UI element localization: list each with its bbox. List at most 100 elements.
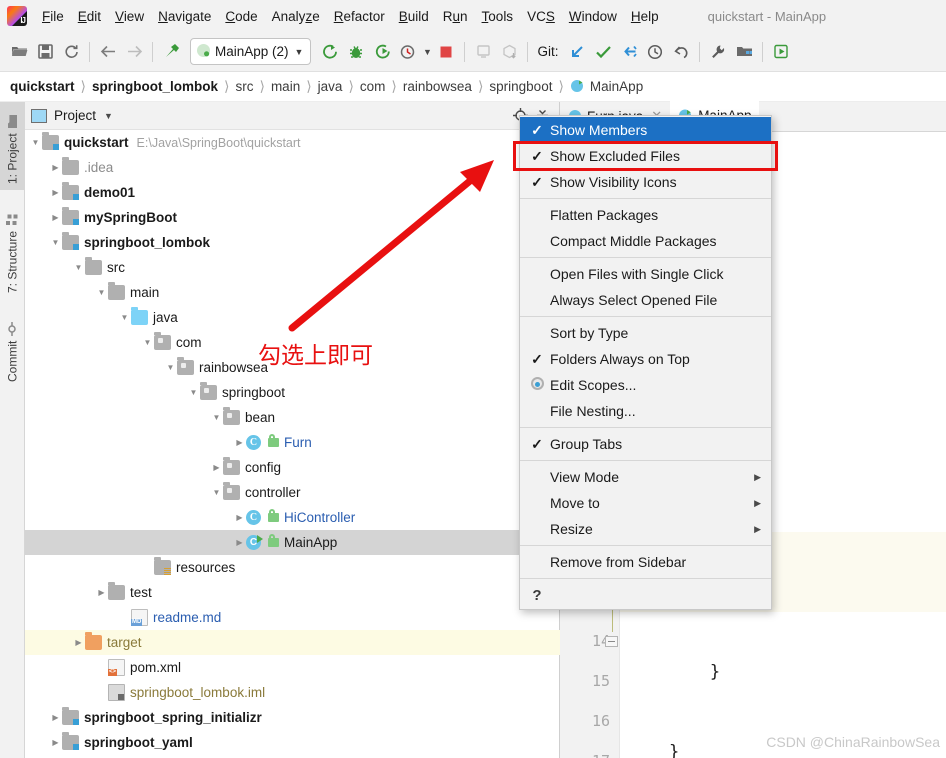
stop-square-icon[interactable] bbox=[433, 39, 459, 65]
menu-item-flatten-packages[interactable]: Flatten Packages bbox=[520, 202, 771, 228]
expand-arrow-icon[interactable] bbox=[29, 138, 42, 147]
expand-arrow-icon[interactable] bbox=[233, 438, 246, 447]
expand-arrow-icon[interactable] bbox=[49, 738, 62, 747]
menu-help[interactable]: Help bbox=[624, 6, 666, 27]
menu-build[interactable]: Build bbox=[392, 6, 436, 27]
expand-arrow-icon[interactable] bbox=[210, 463, 223, 472]
tree-row[interactable]: main bbox=[25, 280, 560, 305]
expand-arrow-icon[interactable] bbox=[95, 588, 108, 597]
menu-file[interactable]: File bbox=[35, 6, 71, 27]
code-fold-toggle-icon[interactable] bbox=[605, 636, 618, 647]
tree-row[interactable]: src bbox=[25, 255, 560, 280]
menu-code[interactable]: Code bbox=[218, 6, 264, 27]
menu-item-view-mode[interactable]: View Mode ▶ bbox=[520, 464, 771, 490]
git-commit-check-icon[interactable] bbox=[590, 39, 616, 65]
tree-row[interactable]: mySpringBoot bbox=[25, 205, 560, 230]
menu-vcs[interactable]: VCS bbox=[520, 6, 562, 27]
profiler-clock-icon[interactable] bbox=[395, 39, 421, 65]
menu-item-show-visibility-icons[interactable]: ✓ Show Visibility Icons bbox=[520, 169, 771, 195]
menu-item-folders-always-on-top[interactable]: ✓ Folders Always on Top bbox=[520, 346, 771, 372]
expand-arrow-icon[interactable] bbox=[49, 163, 62, 172]
menu-item-show-excluded-files[interactable]: ✓ Show Excluded Files bbox=[520, 143, 771, 169]
git-update-arrow-icon[interactable] bbox=[564, 39, 590, 65]
menu-item-show-members[interactable]: ✓ Show Members bbox=[520, 117, 771, 143]
menu-analyze[interactable]: Analyze bbox=[265, 6, 327, 27]
sidebar-item-structure[interactable]: 7: Structure bbox=[0, 194, 25, 299]
chevron-down-icon[interactable]: ▼ bbox=[104, 111, 113, 121]
breadcrumb-item-rainbowsea[interactable]: rainbowsea bbox=[403, 79, 472, 94]
arrow-left-icon[interactable] bbox=[95, 39, 121, 65]
expand-arrow-icon[interactable] bbox=[49, 713, 62, 722]
breadcrumb-item-springboot-lombok[interactable]: springboot_lombok bbox=[92, 79, 218, 94]
menu-item-open-files-with-single-click[interactable]: Open Files with Single Click bbox=[520, 261, 771, 287]
expand-arrow-icon[interactable] bbox=[95, 288, 108, 297]
expand-arrow-icon[interactable] bbox=[49, 238, 62, 247]
rollback-undo-icon[interactable] bbox=[668, 39, 694, 65]
tree-row[interactable]: test bbox=[25, 580, 560, 605]
menu-item-group-tabs[interactable]: ✓ Group Tabs bbox=[520, 431, 771, 457]
tree-row-target[interactable]: target bbox=[25, 630, 560, 655]
menu-item-edit-scopes[interactable]: Edit Scopes... bbox=[520, 372, 771, 398]
expand-arrow-icon[interactable] bbox=[72, 638, 85, 647]
expand-arrow-icon[interactable] bbox=[141, 338, 154, 347]
run-configuration-selector[interactable]: MainApp (2) ▼ bbox=[190, 38, 311, 65]
breadcrumb-item-com[interactable]: com bbox=[360, 79, 386, 94]
tree-row[interactable]: C Furn bbox=[25, 430, 560, 455]
tree-row[interactable]: bean bbox=[25, 405, 560, 430]
tree-row[interactable]: .idea bbox=[25, 155, 560, 180]
project-tree[interactable]: quickstart E:\Java\SpringBoot\quickstart… bbox=[25, 130, 560, 758]
tree-row[interactable]: readme.md bbox=[25, 605, 560, 630]
debug-bug-icon[interactable] bbox=[343, 39, 369, 65]
menu-view[interactable]: View bbox=[108, 6, 151, 27]
refresh-icon[interactable] bbox=[58, 39, 84, 65]
expand-arrow-icon[interactable] bbox=[164, 363, 177, 372]
menu-window[interactable]: Window bbox=[562, 6, 624, 27]
tree-row[interactable]: springboot bbox=[25, 380, 560, 405]
tree-row[interactable]: springboot_lombok.iml bbox=[25, 680, 560, 705]
hammer-icon[interactable] bbox=[158, 39, 184, 65]
save-icon[interactable] bbox=[32, 39, 58, 65]
menu-item-sort-by-type[interactable]: Sort by Type bbox=[520, 320, 771, 346]
sidebar-item-project[interactable]: 1: Project bbox=[0, 102, 25, 190]
tree-row[interactable]: springboot_lombok bbox=[25, 230, 560, 255]
tree-row[interactable]: pom.xml bbox=[25, 655, 560, 680]
expand-arrow-icon[interactable] bbox=[118, 313, 131, 322]
tree-row[interactable]: java bbox=[25, 305, 560, 330]
run-icon[interactable] bbox=[317, 39, 343, 65]
breadcrumb-item-springboot[interactable]: springboot bbox=[489, 79, 552, 94]
tree-row[interactable]: resources bbox=[25, 555, 560, 580]
menu-run[interactable]: Run bbox=[436, 6, 475, 27]
expand-arrow-icon[interactable] bbox=[233, 538, 246, 547]
open-folder-icon[interactable] bbox=[6, 39, 32, 65]
breadcrumb-item-main[interactable]: main bbox=[271, 79, 300, 94]
tree-row[interactable]: springboot_yaml bbox=[25, 730, 560, 755]
menu-refactor[interactable]: Refactor bbox=[327, 6, 392, 27]
menu-item-compact-middle-packages[interactable]: Compact Middle Packages bbox=[520, 228, 771, 254]
menu-item-remove-from-sidebar[interactable]: Remove from Sidebar bbox=[520, 549, 771, 575]
tree-row[interactable]: C HiController bbox=[25, 505, 560, 530]
expand-arrow-icon[interactable] bbox=[49, 188, 62, 197]
menu-tools[interactable]: Tools bbox=[475, 6, 521, 27]
expand-arrow-icon[interactable] bbox=[233, 513, 246, 522]
expand-arrow-icon[interactable] bbox=[72, 263, 85, 272]
history-clock-icon[interactable] bbox=[642, 39, 668, 65]
breadcrumb-item-mainapp[interactable]: MainApp bbox=[590, 79, 643, 94]
tree-row[interactable]: controller bbox=[25, 480, 560, 505]
menu-item-file-nesting[interactable]: File Nesting... bbox=[520, 398, 771, 424]
expand-arrow-icon[interactable] bbox=[187, 388, 200, 397]
project-view-options-context-menu[interactable]: ✓ Show Members ✓ Show Excluded Files ✓ S… bbox=[519, 115, 772, 610]
menu-navigate[interactable]: Navigate bbox=[151, 6, 218, 27]
expand-arrow-icon[interactable] bbox=[210, 413, 223, 422]
sidebar-item-commit[interactable]: Commit bbox=[0, 304, 25, 388]
tree-row[interactable]: config bbox=[25, 455, 560, 480]
menu-item-resize[interactable]: Resize ▶ bbox=[520, 516, 771, 542]
project-structure-icon[interactable] bbox=[731, 39, 757, 65]
run-with-coverage-icon[interactable] bbox=[369, 39, 395, 65]
breadcrumb-item-quickstart[interactable]: quickstart bbox=[10, 79, 75, 94]
breadcrumb-item-java[interactable]: java bbox=[318, 79, 343, 94]
breadcrumb-item-src[interactable]: src bbox=[235, 79, 253, 94]
arrow-right-icon[interactable] bbox=[121, 39, 147, 65]
search-everywhere-icon[interactable] bbox=[768, 39, 794, 65]
menu-item-help[interactable]: ? bbox=[520, 582, 771, 608]
wrench-settings-icon[interactable] bbox=[705, 39, 731, 65]
